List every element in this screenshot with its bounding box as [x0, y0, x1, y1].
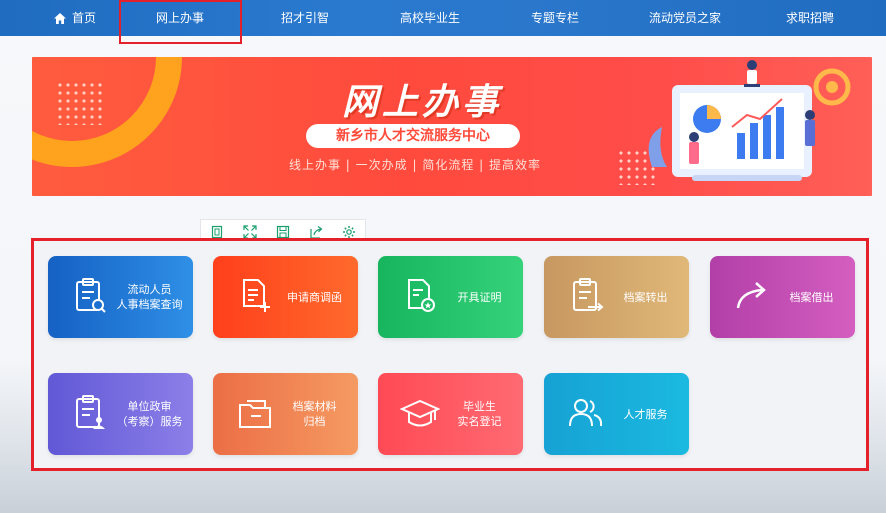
nav-item-party-members[interactable]: 流动党员之家: [630, 0, 740, 36]
service-tile-certificate[interactable]: 开具证明: [378, 256, 523, 338]
service-tile-archive-lend[interactable]: 档案借出: [710, 256, 855, 338]
service-tile-talent-services[interactable]: 人才服务: [544, 373, 689, 455]
service-tile-transfer-letter[interactable]: 申请商调函: [213, 256, 358, 338]
users-icon: [569, 399, 603, 427]
service-tile-graduate-registration[interactable]: 毕业生 实名登记: [378, 373, 523, 455]
nav-item-label: 求职招聘: [785, 11, 834, 25]
nav-item-label: 高校毕业生: [399, 11, 460, 25]
clipboard-transfer-icon: [573, 278, 604, 312]
nav-item-graduates[interactable]: 高校毕业生: [380, 0, 480, 36]
service-label: 档案材料 归档: [292, 400, 337, 428]
service-label: 档案转出: [623, 290, 668, 304]
service-tile-archive-transfer-out[interactable]: 档案转出: [544, 256, 689, 338]
banner-slogan: 线上办事 | 一次办成 | 简化流程 | 提高效率: [288, 158, 542, 172]
service-label: 流动人员 人事档案查询: [116, 283, 183, 311]
service-label: 毕业生 实名登记: [457, 400, 502, 428]
service-tile-archive-filing[interactable]: 档案材料 归档: [213, 373, 358, 455]
nav-item-home[interactable]: 首页: [40, 0, 110, 36]
service-label: 单位政审 （考察）服务: [116, 400, 183, 428]
nav-item-jobs[interactable]: 求职招聘: [760, 0, 860, 36]
services-panel: 流动人员 人事档案查询 申请商调函 开具证明 档案转出 档案借出 单位政审 （考…: [31, 238, 869, 471]
banner-subtitle: 新乡市人才交流服务中心: [306, 124, 520, 148]
active-nav-highlight: [119, 0, 242, 44]
service-label: 开具证明: [457, 290, 502, 304]
banner: 网上办事 新乡市人才交流服务中心 线上办事 | 一次办成 | 简化流程 | 提高…: [32, 57, 872, 196]
certificate-icon: [408, 279, 435, 312]
nav-item-talent[interactable]: 招才引智: [255, 0, 355, 36]
nav-item-label: 招才引智: [280, 11, 329, 25]
service-tile-archive-query[interactable]: 流动人员 人事档案查询: [48, 256, 193, 338]
banner-dots: [56, 81, 104, 125]
clipboard-user-icon: [76, 395, 105, 429]
service-label: 档案借出: [789, 290, 834, 304]
clipboard-search-icon: [76, 278, 106, 313]
folder-icon: [239, 400, 271, 428]
service-label: 申请商调函: [287, 290, 342, 304]
office-illustration: [648, 60, 851, 181]
banner-title: 网上办事: [341, 82, 502, 123]
share-arrow-icon: [736, 282, 766, 309]
nav-item-label: 首页: [71, 11, 96, 25]
banner-decoration: [32, 57, 182, 167]
nav-item-label: 专题专栏: [530, 11, 579, 25]
home-icon: [53, 2, 66, 38]
service-label: 人才服务: [623, 407, 668, 421]
graduation-cap-icon: [400, 399, 440, 427]
service-tile-political-review[interactable]: 单位政审 （考察）服务: [48, 373, 193, 455]
document-add-icon: [243, 279, 270, 312]
nav-item-label: 流动党员之家: [648, 11, 721, 25]
nav-item-topics[interactable]: 专题专栏: [505, 0, 605, 36]
